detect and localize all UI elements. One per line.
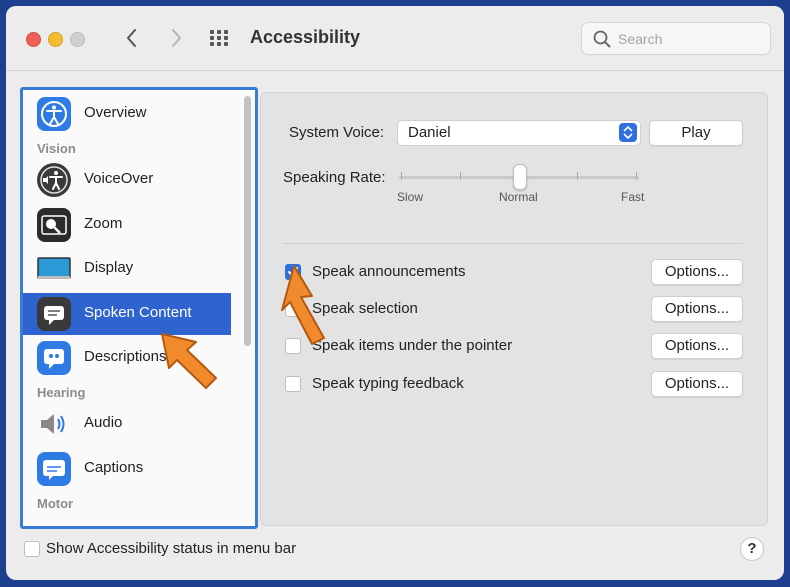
section-vision: Vision [37,141,76,156]
captions-icon [37,452,71,486]
chevron-right-icon [172,29,181,47]
sidebar-item-label: Zoom [84,215,123,232]
sidebar-item-label: Display [84,259,134,276]
title-bar: Accessibility [6,6,784,71]
rate-slow-label: Slow [397,190,424,204]
updown-stepper-icon [619,123,637,142]
show-status-checkbox[interactable] [24,541,40,557]
section-motor: Motor [37,496,74,511]
rate-fast-label: Fast [621,190,645,204]
sidebar-item-label: Descriptions [84,348,167,365]
speak-selection-options-button[interactable]: Options... [651,296,743,322]
slider-tick [577,172,578,180]
sidebar-item-label: VoiceOver [84,170,154,187]
speak-typing-feedback-label: Speak typing feedback [312,375,464,392]
section-hearing: Hearing [37,385,86,400]
sidebar-item-captions[interactable]: Captions [23,448,231,490]
display-icon [37,252,71,286]
speak-items-under-pointer-options-button[interactable]: Options... [651,333,743,359]
zoom-window-button[interactable] [70,32,85,47]
search-input[interactable] [616,28,760,50]
grid-icon [210,30,228,46]
zoom-icon [37,208,71,242]
search-icon [593,30,611,48]
sidebar-item-voiceover[interactable]: VoiceOver [23,159,231,201]
window-title: Accessibility [250,27,361,47]
speak-typing-feedback-options-button[interactable]: Options... [651,371,743,397]
close-window-button[interactable] [26,32,41,47]
sidebar-item-label: Captions [84,459,144,476]
sidebar-item-audio[interactable]: Audio [23,403,231,445]
back-button[interactable] [120,24,144,52]
sidebar-item-label: Audio [84,414,123,431]
show-all-button[interactable] [208,28,232,48]
speaking-rate-label: Speaking Rate: [283,169,386,186]
chevron-left-icon [127,29,136,47]
accessibility-icon [37,97,71,131]
voiceover-icon [37,163,71,197]
slider-tick [460,172,461,180]
sidebar-scrollbar[interactable] [244,96,251,346]
help-button[interactable]: ? [740,537,764,561]
sidebar-item-overview[interactable]: Overview [23,93,231,135]
search-field[interactable] [581,22,771,55]
spoken-content-icon [37,297,71,331]
sidebar: Overview Vision VoiceOver Zoom Display S… [20,87,258,529]
system-voice-popup[interactable]: Daniel [397,120,641,146]
speak-items-under-pointer-label: Speak items under the pointer [312,337,513,354]
sidebar-item-label: Overview [84,104,147,121]
annotation-arrow-icon [161,333,217,389]
sidebar-item-zoom[interactable]: Zoom [23,204,231,246]
minimize-window-button[interactable] [48,32,63,47]
accessibility-window: Accessibility Overview Vision [6,6,784,580]
show-status-label: Show Accessibility status in menu bar [46,540,297,557]
sidebar-item-display[interactable]: Display [23,248,231,290]
annotation-arrow-icon [281,265,325,345]
speaker-icon [37,407,71,441]
slider-tick [401,172,402,180]
rate-normal-label: Normal [499,190,538,204]
system-voice-label: System Voice: [289,124,385,141]
sidebar-item-label: Spoken Content [84,304,192,321]
speak-announcements-options-button[interactable]: Options... [651,259,743,285]
forward-button[interactable] [164,24,188,52]
divider [283,243,743,244]
speak-typing-feedback-checkbox[interactable] [285,376,301,392]
speaking-rate-knob[interactable] [513,164,527,190]
slider-tick [636,172,637,180]
system-voice-value: Daniel [408,124,451,141]
play-button[interactable]: Play [649,120,743,146]
descriptions-icon [37,341,71,375]
